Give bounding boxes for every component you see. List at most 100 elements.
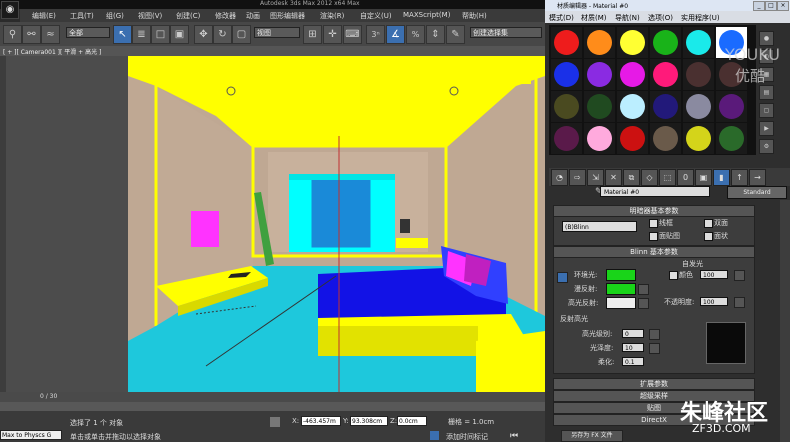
sample-slot[interactable] — [551, 123, 582, 154]
opacity-map-button[interactable] — [734, 297, 745, 308]
spec-level-map-button[interactable] — [649, 329, 660, 340]
menu-views[interactable]: 视图(V) — [138, 11, 162, 21]
track-bar[interactable] — [0, 402, 545, 411]
med-menu-options[interactable]: 选项(O) — [648, 13, 673, 23]
diffuse-swatch[interactable] — [606, 283, 636, 295]
maxscript-listener[interactable]: Max to Physcs G — [0, 430, 62, 440]
extended-params-rollout[interactable]: 扩展参数 — [553, 378, 755, 390]
med-menu-mode[interactable]: 模式(D) — [549, 13, 574, 23]
med-menu-utilities[interactable]: 实用程序(U) — [681, 13, 720, 23]
select-by-name-icon[interactable]: ≣ — [132, 25, 151, 44]
sample-slot[interactable] — [683, 27, 714, 58]
sample-slot[interactable] — [551, 59, 582, 90]
put-to-library-icon[interactable]: ⬚ — [659, 169, 676, 186]
glossiness-map-button[interactable] — [649, 343, 660, 354]
sample-slot[interactable] — [683, 59, 714, 90]
put-to-scene-icon[interactable]: ⇨ — [569, 169, 586, 186]
sample-slot[interactable] — [617, 27, 648, 58]
link-icon[interactable]: ⚲ — [3, 25, 22, 44]
face-map-checkbox[interactable] — [649, 232, 658, 241]
self-illum-color-checkbox[interactable] — [669, 271, 678, 280]
camera-viewport[interactable] — [6, 56, 545, 392]
snap-toggle-icon[interactable]: 3ⁿ — [366, 25, 385, 44]
menu-customize[interactable]: 自定义(U) — [360, 11, 392, 21]
sample-slot[interactable] — [584, 123, 615, 154]
wire-checkbox[interactable] — [649, 219, 658, 228]
options-icon[interactable]: ⚙ — [759, 139, 774, 154]
diffuse-map-button[interactable] — [638, 284, 649, 295]
selection-filter-dropdown[interactable]: 全部 — [66, 27, 110, 38]
self-illum-value-field[interactable]: 100 — [700, 270, 728, 279]
maximize-icon[interactable]: □ — [765, 1, 777, 11]
show-map-in-viewport-icon[interactable]: ▣ — [695, 169, 712, 186]
close-icon[interactable]: × — [777, 1, 789, 11]
reset-map-icon[interactable]: ✕ — [605, 169, 622, 186]
make-unique-icon[interactable]: ◇ — [641, 169, 658, 186]
material-editor-scrollbar[interactable] — [780, 200, 790, 442]
sample-slot[interactable] — [584, 59, 615, 90]
sample-slot[interactable] — [617, 91, 648, 122]
specular-swatch[interactable] — [606, 297, 636, 309]
video-color-check-icon[interactable]: ▢ — [759, 103, 774, 118]
lock-selection-icon[interactable] — [270, 417, 280, 427]
reference-coord-dropdown[interactable]: 视图 — [254, 27, 300, 38]
specular-map-button[interactable] — [638, 298, 649, 309]
menu-tools[interactable]: 工具(T) — [70, 11, 94, 21]
spec-level-field[interactable]: 0 — [622, 329, 644, 338]
sample-uv-tiling-icon[interactable]: ▤ — [759, 85, 774, 100]
angle-snap-icon[interactable]: ∡ — [386, 25, 405, 44]
menu-group[interactable]: 组(G) — [106, 11, 124, 21]
y-coord-field[interactable]: 93.308cm — [350, 416, 388, 426]
sample-slot[interactable] — [650, 91, 681, 122]
z-coord-field[interactable]: 0.0cm — [397, 416, 427, 426]
minimize-icon[interactable]: _ — [753, 1, 765, 11]
move-icon[interactable]: ✥ — [194, 25, 213, 44]
shader-dropdown[interactable]: (B)Blinn — [562, 221, 637, 232]
select-manipulate-icon[interactable]: ✛ — [323, 25, 342, 44]
menu-maxscript[interactable]: MAXScript(M) — [403, 11, 450, 19]
select-object-icon[interactable]: ↖ — [113, 25, 132, 44]
add-time-tag[interactable]: 添加时间标记 — [446, 432, 488, 442]
sample-slot[interactable] — [683, 123, 714, 154]
menu-edit[interactable]: 编辑(E) — [32, 11, 56, 21]
save-fx-button[interactable]: 另存为 FX 文件 — [561, 430, 623, 442]
med-menu-material[interactable]: 材质(M) — [581, 13, 607, 23]
percent-snap-icon[interactable]: % — [406, 25, 425, 44]
soften-field[interactable]: 0.1 — [622, 357, 644, 366]
get-material-icon[interactable]: ◔ — [551, 169, 568, 186]
opacity-value-field[interactable]: 100 — [700, 297, 728, 306]
pivot-center-icon[interactable]: ⊞ — [303, 25, 322, 44]
material-name-field[interactable]: Material #0 — [600, 186, 710, 197]
time-tag-icon[interactable] — [430, 431, 439, 440]
assign-to-selection-icon[interactable]: ⇲ — [587, 169, 604, 186]
menu-animation[interactable]: 动画 — [246, 11, 260, 21]
lock-ambient-diffuse-icon[interactable] — [557, 272, 568, 283]
med-menu-navigation[interactable]: 导航(N) — [615, 13, 640, 23]
faceted-checkbox[interactable] — [704, 232, 713, 241]
two-sided-checkbox[interactable] — [704, 219, 713, 228]
keyboard-shortcut-icon[interactable]: ⌨ — [343, 25, 362, 44]
spinner-snap-icon[interactable]: ⇕ — [426, 25, 445, 44]
time-slider[interactable]: 0 / 30 — [0, 392, 545, 402]
bind-space-warp-icon[interactable]: ≈ — [41, 25, 60, 44]
make-copy-icon[interactable]: ⧉ — [623, 169, 640, 186]
menu-help[interactable]: 帮助(H) — [462, 11, 487, 21]
sample-slot[interactable] — [683, 91, 714, 122]
material-type-button[interactable]: Standard — [727, 186, 787, 199]
rect-selection-icon[interactable]: □ — [151, 25, 170, 44]
scale-icon[interactable]: ▢ — [232, 25, 251, 44]
sample-slot[interactable] — [650, 123, 681, 154]
go-to-parent-icon[interactable]: ↑ — [731, 169, 748, 186]
ambient-swatch[interactable] — [606, 269, 636, 281]
material-effects-channel-icon[interactable]: 0 — [677, 169, 694, 186]
show-end-result-icon[interactable]: ▮ — [713, 169, 730, 186]
sample-slot[interactable] — [551, 27, 582, 58]
sample-slot[interactable] — [617, 123, 648, 154]
sample-slot[interactable] — [617, 59, 648, 90]
play-controls-icon[interactable]: ⏮ — [510, 431, 518, 441]
sample-slot[interactable] — [551, 91, 582, 122]
menu-graph-editors[interactable]: 图形编辑器 — [270, 11, 305, 21]
glossiness-field[interactable]: 10 — [622, 343, 644, 352]
sample-slot[interactable] — [716, 91, 747, 122]
go-forward-sibling-icon[interactable]: → — [749, 169, 766, 186]
